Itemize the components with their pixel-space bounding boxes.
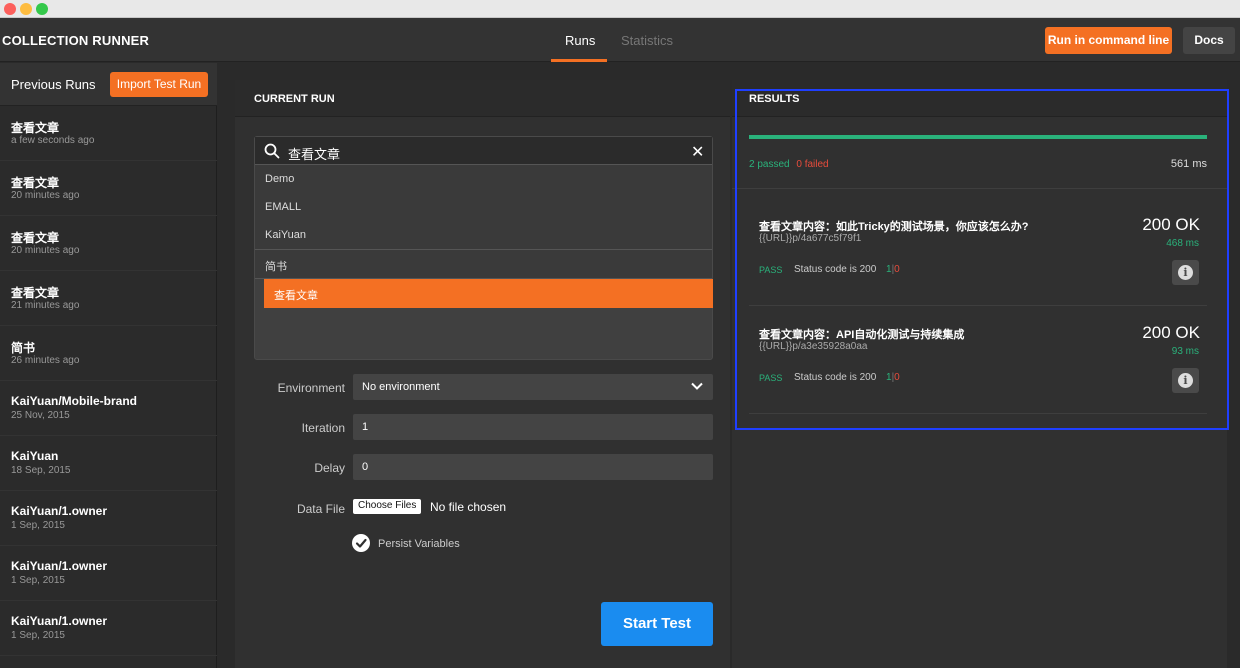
- delay-value: 0: [362, 461, 369, 473]
- environment-select[interactable]: No environment: [353, 374, 713, 400]
- search-icon: [264, 143, 280, 159]
- persist-variables-checkbox[interactable]: [352, 534, 370, 552]
- collection-option-label: Demo: [265, 173, 295, 185]
- maximize-window-button[interactable]: [36, 3, 48, 15]
- current-run-title: CURRENT RUN: [254, 93, 335, 105]
- close-window-button[interactable]: [4, 3, 16, 15]
- run-time: 1 Sep, 2015: [11, 575, 65, 586]
- data-file-label: Data File: [296, 502, 345, 516]
- run-item[interactable]: 查看文章 21 minutes ago: [0, 272, 217, 326]
- run-name: KaiYuan/Mobile-brand: [11, 394, 138, 408]
- tab-statistics[interactable]: Statistics: [621, 33, 673, 48]
- run-name: KaiYuan/1.owner: [11, 614, 108, 628]
- collection-option[interactable]: EMALL: [255, 193, 712, 222]
- run-time: 26 minutes ago: [11, 355, 80, 366]
- delay-input[interactable]: 0: [353, 454, 713, 480]
- run-name: KaiYuan/1.owner: [11, 504, 108, 518]
- run-item[interactable]: KaiYuan/Mobile-brand 25 Nov, 2015: [0, 382, 217, 436]
- import-test-run-button[interactable]: Import Test Run: [110, 72, 208, 97]
- collection-picker: 查看文章 ✕ Demo EMALL KaiYuan 简书 查看文章: [254, 136, 713, 360]
- run-item[interactable]: 查看文章 20 minutes ago: [0, 162, 217, 216]
- run-name: KaiYuan/1.owner: [11, 559, 108, 573]
- run-item[interactable]: 查看文章 a few seconds ago: [0, 107, 217, 161]
- run-name: 查看文章: [11, 121, 60, 135]
- app-header: COLLECTION RUNNER Runs Statistics Run in…: [0, 18, 1240, 62]
- iteration-label: Iteration: [301, 421, 345, 435]
- run-name: KaiYuan: [11, 449, 59, 463]
- chevron-down-icon: [691, 382, 703, 390]
- run-name: 查看文章: [11, 176, 60, 190]
- collection-option-label: 查看文章: [274, 290, 318, 302]
- no-file-chosen-text: No file chosen: [430, 500, 507, 514]
- window-titlebar: [0, 0, 1240, 18]
- run-item[interactable]: KaiYuan/1.owner 1 Sep, 2015: [0, 547, 217, 601]
- checkmark-icon: [355, 538, 367, 548]
- collection-option-label: 简书: [265, 261, 287, 273]
- run-time: 20 minutes ago: [11, 190, 80, 201]
- tab-runs[interactable]: Runs: [565, 33, 595, 48]
- iteration-value: 1: [362, 421, 369, 433]
- results-highlight-box: [735, 89, 1229, 430]
- start-test-button[interactable]: Start Test: [601, 602, 713, 646]
- collection-option-label: EMALL: [265, 201, 302, 213]
- current-run-panel: CURRENT RUN 查看文章 ✕ Demo EMALL KaiYuan 简书…: [235, 80, 730, 668]
- sidebar-title: Previous Runs: [11, 77, 96, 92]
- search-value: 查看文章: [288, 147, 341, 162]
- persist-variables-label: Persist Variables: [378, 538, 460, 550]
- run-time: 21 minutes ago: [11, 300, 80, 311]
- collection-option[interactable]: 简书: [255, 250, 712, 279]
- app-title: COLLECTION RUNNER: [2, 33, 150, 48]
- collection-option-label: KaiYuan: [265, 229, 306, 241]
- run-time: 1 Sep, 2015: [11, 520, 65, 531]
- run-item[interactable]: 简书 26 minutes ago: [0, 327, 217, 381]
- choose-files-button[interactable]: Choose Files: [353, 499, 422, 514]
- run-time: 25 Nov, 2015: [11, 410, 70, 421]
- run-item[interactable]: KaiYuan 18 Sep, 2015: [0, 437, 217, 491]
- run-item[interactable]: KaiYuan/1.owner 1 Sep, 2015: [0, 492, 217, 546]
- run-name: 简书: [11, 341, 36, 355]
- delay-label: Delay: [314, 461, 345, 475]
- run-name: 查看文章: [11, 286, 60, 300]
- collection-search-input[interactable]: 查看文章 ✕: [255, 137, 712, 165]
- collection-option-selected[interactable]: 查看文章: [264, 279, 713, 308]
- run-time: 18 Sep, 2015: [11, 465, 71, 476]
- environment-label: Environment: [277, 381, 345, 395]
- run-item[interactable]: 查看文章 20 minutes ago: [0, 217, 217, 271]
- iteration-input[interactable]: 1: [353, 414, 713, 440]
- clear-search-icon[interactable]: ✕: [691, 142, 704, 162]
- run-name: 查看文章: [11, 231, 60, 245]
- docs-button[interactable]: Docs: [1183, 27, 1235, 54]
- run-time: a few seconds ago: [11, 135, 95, 146]
- run-time: 1 Sep, 2015: [11, 630, 65, 641]
- collection-option[interactable]: KaiYuan: [255, 221, 712, 250]
- previous-runs-sidebar: Previous Runs Import Test Run 查看文章 a few…: [0, 63, 217, 668]
- run-item[interactable]: KaiYuan/1.owner 1 Sep, 2015: [0, 602, 217, 656]
- active-tab-indicator: [551, 59, 607, 62]
- environment-value: No environment: [362, 381, 440, 393]
- minimize-window-button[interactable]: [20, 3, 32, 15]
- run-in-command-line-button[interactable]: Run in command line: [1045, 27, 1172, 54]
- current-run-header: CURRENT RUN: [235, 80, 730, 117]
- collection-option[interactable]: Demo: [255, 165, 712, 194]
- run-time: 20 minutes ago: [11, 245, 80, 256]
- sidebar-header: Previous Runs Import Test Run: [0, 63, 217, 106]
